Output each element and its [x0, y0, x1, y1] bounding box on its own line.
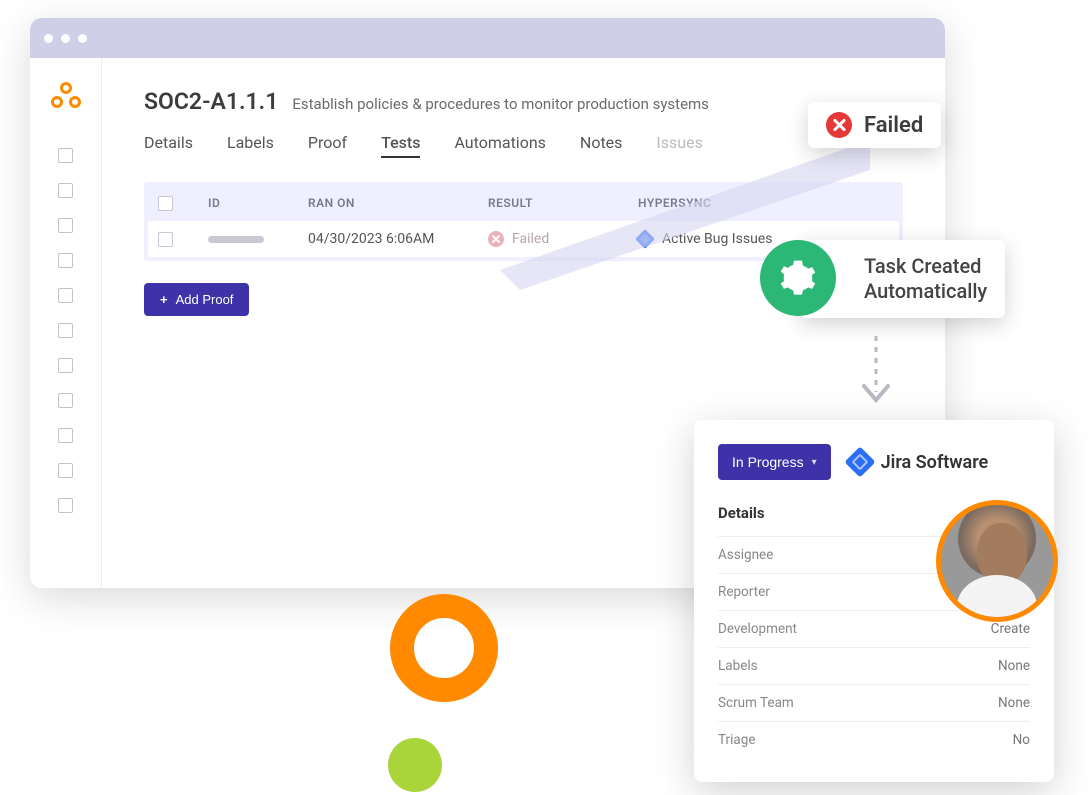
decorative-ring: [390, 594, 498, 702]
tabs: Details Labels Proof Tests Automations N…: [144, 133, 903, 158]
nav-icon[interactable]: [58, 218, 73, 233]
window-dot: [61, 34, 70, 43]
row-ran-on: 04/30/2023 6:06AM: [308, 231, 488, 247]
control-description: Establish policies & procedures to monit…: [292, 95, 709, 113]
detail-row-triage: Triage No: [718, 721, 1030, 758]
tab-tests[interactable]: Tests: [381, 133, 420, 158]
select-all-checkbox[interactable]: [158, 196, 173, 211]
jira-product: Jira Software: [849, 451, 989, 473]
detail-label: Scrum Team: [718, 695, 794, 711]
window-titlebar: [30, 18, 945, 58]
fail-circle-icon: [826, 112, 852, 138]
detail-label: Development: [718, 621, 797, 637]
nav-icon[interactable]: [58, 253, 73, 268]
detail-label: Triage: [718, 732, 756, 748]
nav-icon[interactable]: [58, 288, 73, 303]
detail-row-scrum: Scrum Team None: [718, 684, 1030, 721]
tab-details[interactable]: Details: [144, 133, 193, 158]
row-id-redacted: [208, 236, 264, 243]
tab-proof[interactable]: Proof: [308, 133, 347, 158]
nav-icon[interactable]: [58, 323, 73, 338]
nav-icon[interactable]: [58, 428, 73, 443]
failed-label: Failed: [864, 113, 923, 138]
col-id: ID: [208, 196, 308, 211]
tab-notes[interactable]: Notes: [580, 133, 623, 158]
task-created-label: Task Created Automatically: [864, 254, 987, 304]
status-label: In Progress: [732, 454, 804, 470]
nav-icon[interactable]: [58, 358, 73, 373]
detail-row-labels: Labels None: [718, 647, 1030, 684]
col-ran-on: RAN ON: [308, 196, 488, 211]
window-dot: [44, 34, 53, 43]
sidebar: [30, 58, 102, 588]
detail-label: Labels: [718, 658, 758, 674]
row-hypersync: Active Bug Issues: [662, 231, 772, 247]
row-checkbox[interactable]: [158, 232, 173, 247]
gear-badge: [760, 240, 836, 316]
detail-value: None: [998, 695, 1030, 711]
plus-icon: +: [160, 292, 168, 307]
add-proof-button[interactable]: + Add Proof: [144, 283, 249, 316]
control-heading: SOC2-A1.1.1 Establish policies & procedu…: [144, 88, 903, 115]
status-button[interactable]: In Progress ▾: [718, 444, 831, 480]
add-proof-label: Add Proof: [176, 292, 234, 307]
detail-value: Create: [991, 621, 1030, 637]
col-result: RESULT: [488, 196, 638, 211]
nav-icon[interactable]: [58, 148, 73, 163]
decorative-dot: [388, 738, 442, 792]
control-id: SOC2-A1.1.1: [144, 88, 278, 115]
nav-icon[interactable]: [58, 183, 73, 198]
assignee-avatar: [936, 500, 1058, 622]
tab-automations[interactable]: Automations: [454, 133, 545, 158]
col-hypersync: HYPERSYNC: [638, 196, 889, 211]
jira-logo-icon: [844, 446, 875, 477]
detail-label: Reporter: [718, 584, 770, 600]
nav-icon[interactable]: [58, 463, 73, 478]
tab-labels[interactable]: Labels: [227, 133, 274, 158]
nav-icon[interactable]: [58, 393, 73, 408]
table-header: ID RAN ON RESULT HYPERSYNC: [148, 186, 899, 221]
arrow-down-icon: [856, 332, 896, 412]
detail-label: Assignee: [718, 547, 773, 563]
jira-icon: [635, 229, 655, 249]
window-dot: [78, 34, 87, 43]
detail-value: None: [998, 658, 1030, 674]
nav-icon[interactable]: [58, 498, 73, 513]
gear-icon: [779, 259, 817, 297]
app-logo-icon: [51, 82, 81, 112]
failed-badge: Failed: [808, 102, 941, 148]
row-result: Failed: [512, 231, 549, 247]
tab-issues[interactable]: Issues: [656, 133, 702, 158]
chevron-down-icon: ▾: [812, 457, 817, 468]
fail-icon: [488, 231, 504, 247]
jira-product-label: Jira Software: [881, 452, 989, 473]
detail-value: No: [1013, 732, 1030, 748]
